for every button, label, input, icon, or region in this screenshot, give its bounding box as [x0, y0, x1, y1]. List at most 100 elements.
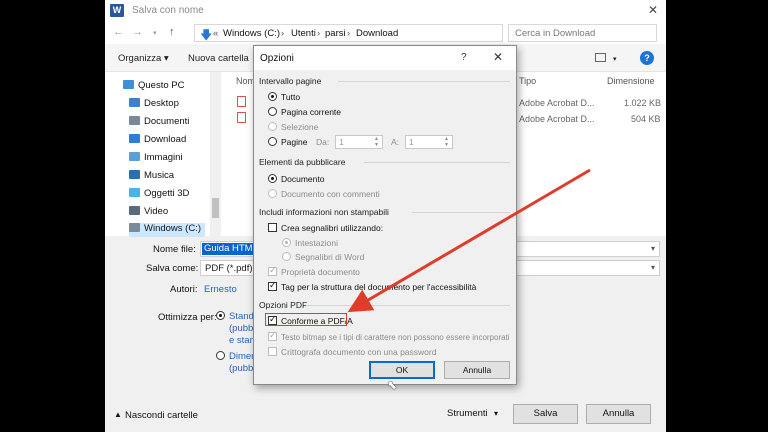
- recent-dropdown-icon[interactable]: ▾: [153, 29, 157, 37]
- chevron-right-icon: ›: [347, 28, 351, 39]
- nav-item-3d-objects[interactable]: Oggetti 3D: [129, 188, 189, 202]
- pdf-file-icon: [237, 96, 246, 107]
- pictures-icon: [129, 152, 140, 161]
- breadcrumb-user[interactable]: parsi: [325, 28, 346, 39]
- view-options-icon[interactable]: [595, 53, 606, 62]
- accessibility-tags-checkbox[interactable]: Tag per la struttura del documento per l…: [268, 280, 476, 292]
- spinner-arrows-icon[interactable]: ▲ ▼: [442, 136, 451, 148]
- radio-icon: [268, 137, 277, 146]
- range-all-radio[interactable]: Tutto: [268, 92, 300, 102]
- nav-item-drive-c[interactable]: Windows (C:): [129, 223, 206, 237]
- radio-icon: [216, 311, 225, 320]
- radio-icon: [282, 238, 291, 247]
- radio-icon: [282, 252, 291, 261]
- chevron-right-icon: ›: [281, 28, 285, 39]
- to-label: A:: [391, 137, 400, 147]
- video-icon: [129, 206, 140, 215]
- breadcrumb-download[interactable]: Download: [356, 28, 398, 39]
- chevron-down-icon[interactable]: ▾: [651, 244, 655, 253]
- breadcrumb-users[interactable]: Utenti: [291, 28, 316, 39]
- tools-button[interactable]: Strumenti: [447, 408, 488, 419]
- breadcrumb-drive[interactable]: Windows (C:): [223, 28, 280, 39]
- chevron-up-icon[interactable]: ▲: [114, 410, 122, 419]
- back-arrow-icon[interactable]: ←: [113, 26, 124, 38]
- word-app-icon: W: [110, 4, 124, 17]
- nav-item-this-pc[interactable]: Questo PC: [123, 80, 184, 94]
- nav-item-video[interactable]: Video: [129, 206, 168, 220]
- file-size: 1.022 KB: [624, 98, 662, 108]
- nav-item-desktop[interactable]: Desktop: [129, 98, 179, 112]
- bookmarks-headings-radio[interactable]: Intestazioni: [282, 238, 338, 248]
- breadcrumb-overflow[interactable]: «: [213, 28, 218, 39]
- file-type: Adobe Acrobat D...: [519, 98, 595, 108]
- from-label: Da:: [316, 137, 330, 147]
- options-help-button[interactable]: ?: [461, 52, 467, 63]
- publish-section-title: Elementi da pubblicare: [259, 157, 346, 167]
- column-header-type[interactable]: Tipo: [519, 76, 536, 86]
- authors-value[interactable]: Ernesto: [204, 284, 237, 295]
- radio-icon: [268, 107, 277, 116]
- nonprint-section-title: Includi informazioni non stampabili: [259, 207, 389, 217]
- optimize-standard-radio[interactable]: [216, 311, 229, 321]
- spinner-arrows-icon[interactable]: ▲ ▼: [372, 136, 381, 148]
- from-spinner[interactable]: 1 ▲ ▼: [335, 135, 383, 149]
- ok-button[interactable]: OK: [369, 361, 435, 379]
- file-size: 504 KB: [631, 114, 661, 124]
- nav-item-music[interactable]: Musica: [129, 170, 174, 184]
- forward-arrow-icon[interactable]: →: [132, 26, 143, 38]
- save-button[interactable]: Salva: [513, 404, 578, 424]
- hide-folders-button[interactable]: Nascondi cartelle: [125, 410, 198, 421]
- bookmarks-word-radio[interactable]: Segnalibri di Word: [282, 252, 364, 262]
- nav-scrollbar[interactable]: [210, 72, 221, 236]
- cancel-button[interactable]: Annulla: [586, 404, 651, 424]
- nav-item-pictures[interactable]: Immagini: [129, 152, 183, 166]
- tools-dropdown-icon[interactable]: ▾: [494, 409, 498, 418]
- music-icon: [129, 170, 140, 179]
- annotation-highlight-box: [265, 313, 347, 326]
- divider: [338, 81, 510, 82]
- window-close-button[interactable]: ✕: [648, 3, 658, 17]
- save-type-label: Salva come:: [146, 263, 199, 274]
- scrollbar-thumb[interactable]: [212, 198, 219, 218]
- optimize-minimum-radio[interactable]: [216, 351, 229, 361]
- 3d-objects-icon: [129, 188, 140, 197]
- column-header-size[interactable]: Dimensione: [607, 76, 655, 86]
- create-bookmarks-checkbox[interactable]: Crea segnalibri utilizzando:: [268, 223, 383, 233]
- publish-doc-comments-radio[interactable]: Documento con commenti: [268, 189, 380, 199]
- radio-icon: [268, 122, 277, 131]
- mouse-cursor-icon: ⬉: [387, 378, 398, 392]
- radio-icon: [268, 92, 277, 101]
- file-type: Adobe Acrobat D...: [519, 114, 595, 124]
- nav-item-documents[interactable]: Documenti: [129, 116, 189, 130]
- doc-properties-checkbox[interactable]: Proprietà documento: [268, 265, 360, 277]
- address-row: ← → ▾ ↑ 🡇 « Windows (C:) › Utenti › pars…: [105, 22, 666, 44]
- nav-item-download[interactable]: Download: [129, 134, 186, 148]
- download-icon: [129, 134, 140, 143]
- range-pages-radio[interactable]: Pagine: [268, 137, 307, 147]
- up-arrow-icon[interactable]: ↑: [169, 26, 175, 38]
- to-spinner[interactable]: 1 ▲ ▼: [405, 135, 453, 149]
- options-close-button[interactable]: ✕: [493, 50, 503, 64]
- search-input[interactable]: Cerca in Download: [508, 24, 657, 42]
- view-dropdown-icon[interactable]: ▾: [613, 55, 617, 63]
- options-title-bar: Opzioni ? ✕: [254, 46, 516, 70]
- desktop-icon: [129, 98, 140, 107]
- drive-icon: [129, 223, 140, 232]
- help-icon[interactable]: ?: [640, 51, 654, 65]
- computer-icon: [123, 80, 134, 89]
- radio-icon: [268, 174, 277, 183]
- options-cancel-button[interactable]: Annulla: [444, 361, 510, 379]
- address-bar[interactable]: 🡇 « Windows (C:) › Utenti › parsi › Down…: [194, 24, 503, 42]
- encrypt-checkbox[interactable]: Crittografa documento con una password: [268, 347, 436, 357]
- authors-label: Autori:: [170, 284, 198, 295]
- range-selection-radio[interactable]: Selezione: [268, 122, 318, 132]
- chevron-down-icon[interactable]: ▾: [651, 263, 655, 272]
- bottom-bar: ▲ Nascondi cartelle Strumenti ▾ Salva An…: [105, 398, 666, 432]
- range-current-radio[interactable]: Pagina corrente: [268, 107, 341, 117]
- organize-button[interactable]: Organizza ▾: [118, 53, 169, 64]
- bitmap-text-checkbox[interactable]: Testo bitmap se i tipi di carattere non …: [268, 330, 510, 342]
- options-title: Opzioni: [260, 53, 294, 64]
- new-folder-button[interactable]: Nuova cartella: [188, 53, 249, 64]
- title-bar: W Salva con nome ✕: [105, 0, 666, 22]
- publish-document-radio[interactable]: Documento: [268, 174, 324, 184]
